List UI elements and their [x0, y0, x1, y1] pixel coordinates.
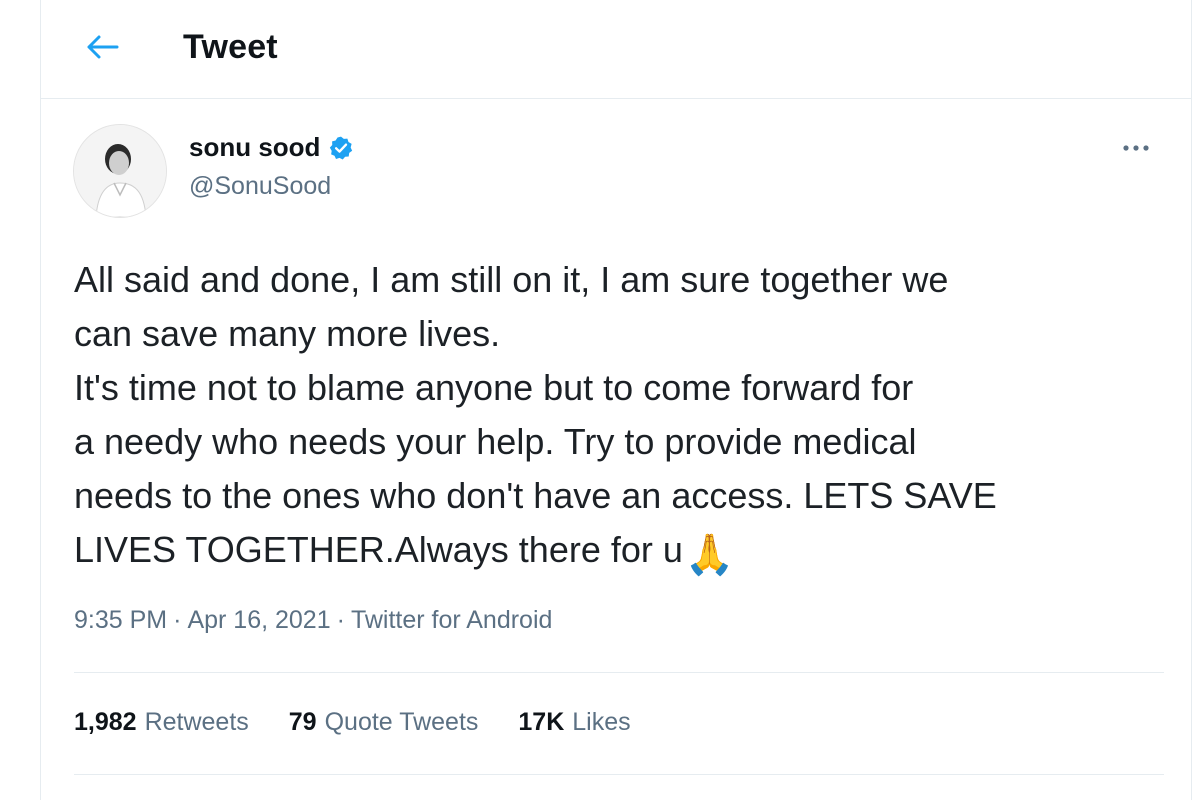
- folded-hands-emoji: 🙏: [684, 532, 735, 578]
- profile-photo-icon: [74, 125, 166, 217]
- quotes-count: 79: [288, 708, 317, 736]
- tweet-text: All said and done, I am still on it, I a…: [74, 253, 1174, 582]
- header-bar: Tweet: [41, 0, 1191, 99]
- author-handle[interactable]: @SonuSood: [189, 172, 331, 201]
- quotes-label: Quote Tweets: [324, 708, 479, 736]
- avatar[interactable]: [73, 124, 167, 218]
- quote-tweets-stat[interactable]: 79 Quote Tweets: [289, 708, 479, 737]
- more-options-button[interactable]: [1111, 128, 1161, 168]
- tweet-stats: 1,982 Retweets 79 Quote Tweets 17K Likes: [74, 708, 631, 737]
- likes-stat[interactable]: 17K Likes: [518, 708, 630, 737]
- tweet-body: All said and done, I am still on it, I a…: [74, 259, 997, 570]
- back-button[interactable]: [75, 24, 129, 70]
- likes-label: Likes: [572, 708, 631, 736]
- likes-count: 17K: [518, 708, 565, 736]
- page-title: Tweet: [183, 28, 278, 66]
- tweet-time[interactable]: 9:35 PM: [74, 606, 167, 634]
- tweet-page: Tweet sonu sood @SonuSood All said and d…: [40, 0, 1192, 800]
- divider: [74, 672, 1164, 673]
- verified-badge-icon: [330, 136, 353, 159]
- retweets-label: Retweets: [144, 708, 249, 736]
- retweets-count: 1,982: [74, 708, 137, 736]
- divider: [74, 774, 1164, 775]
- tweet-source[interactable]: Twitter for Android: [351, 606, 552, 634]
- meta-separator: ·: [336, 606, 345, 634]
- meta-separator: ·: [173, 606, 182, 634]
- tweet-date[interactable]: Apr 16, 2021: [187, 606, 330, 634]
- more-dots-icon: [1123, 145, 1149, 151]
- arrow-left-icon: [87, 35, 119, 59]
- author-name[interactable]: sonu sood: [189, 132, 320, 163]
- retweets-stat[interactable]: 1,982 Retweets: [74, 708, 249, 737]
- tweet-meta: 9:35 PM · Apr 16, 2021 · Twitter for Android: [74, 606, 552, 635]
- author-name-row[interactable]: sonu sood: [189, 132, 354, 163]
